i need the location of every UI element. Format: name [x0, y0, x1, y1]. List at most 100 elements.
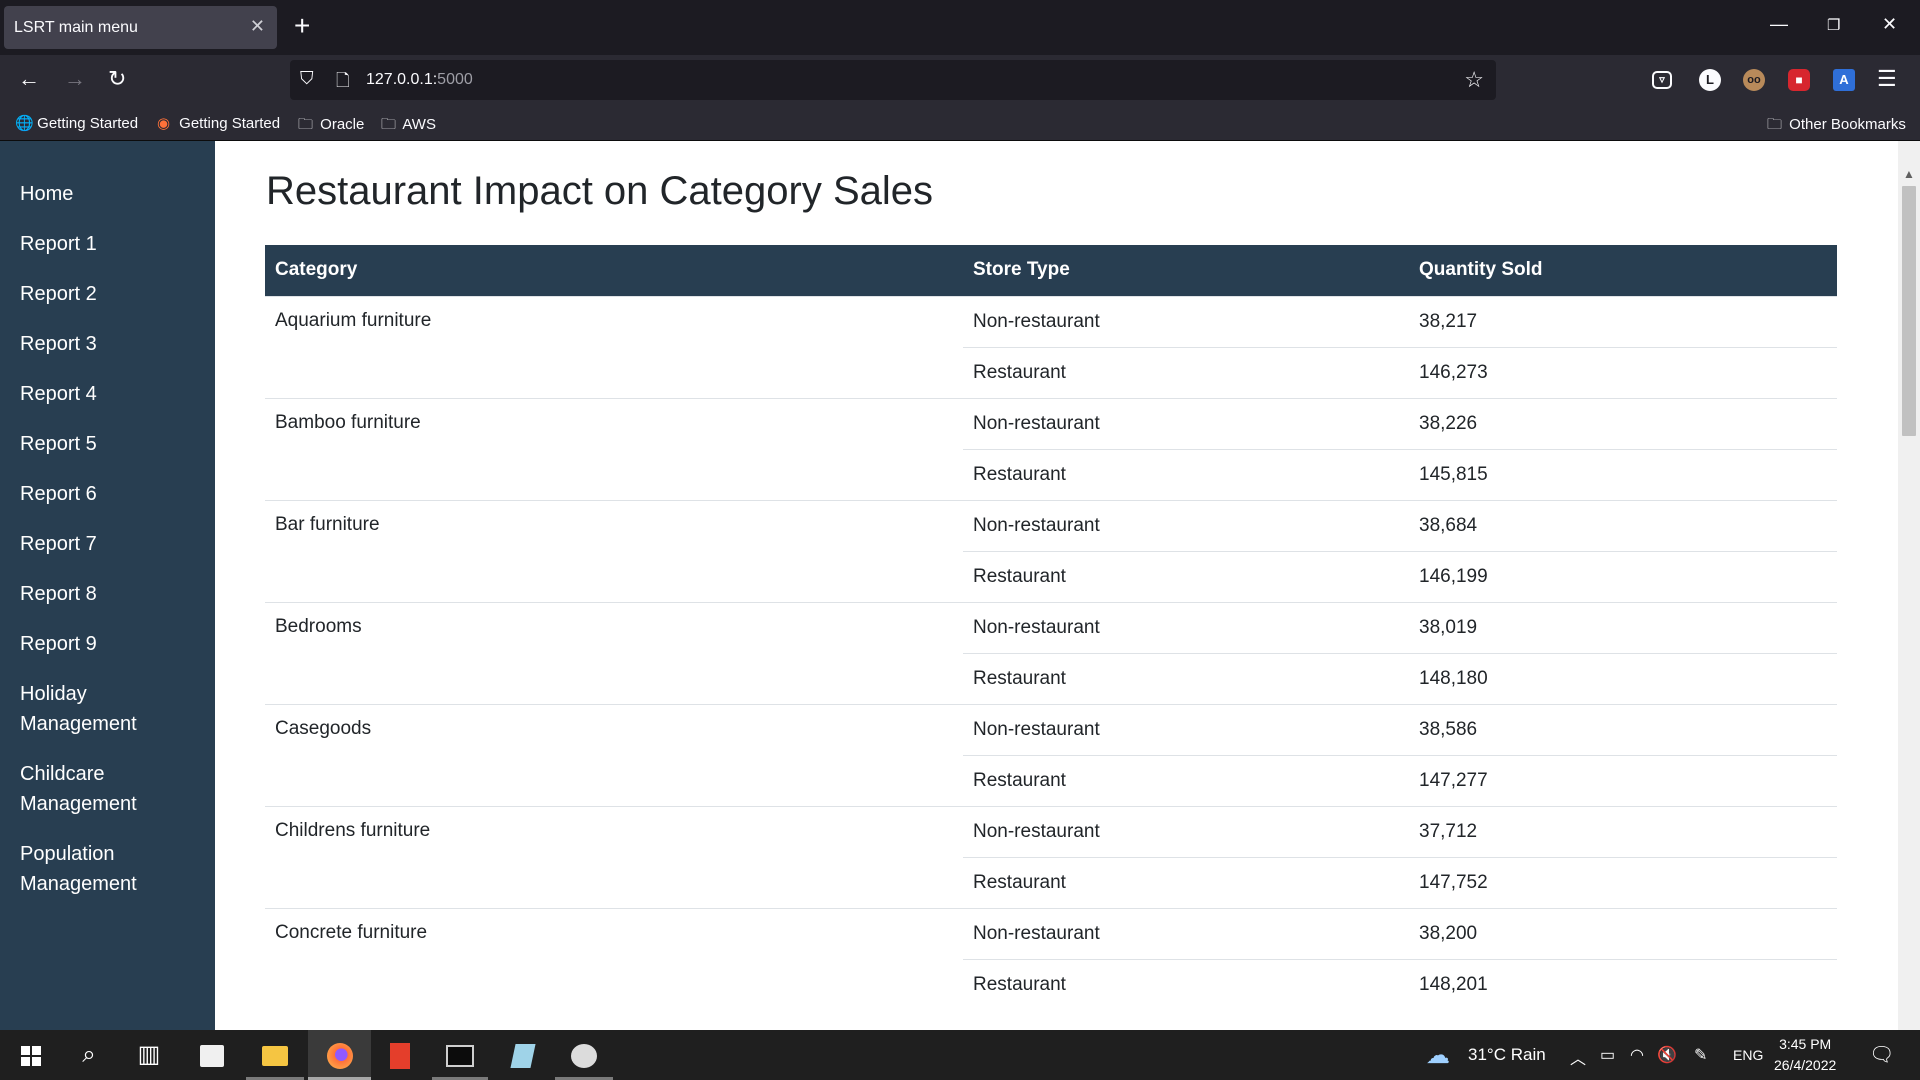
translate-icon[interactable]: A — [1833, 69, 1855, 91]
sidebar-item-report-2[interactable]: Report 2 — [20, 279, 200, 309]
store-type-cell: Restaurant — [963, 448, 1409, 500]
other-bookmarks[interactable]: 🗀 Other Bookmarks — [1767, 114, 1906, 139]
back-arrow-icon[interactable]: ← — [18, 67, 40, 91]
store-type-cell: Restaurant — [963, 550, 1409, 602]
page-scrollbar[interactable]: ▲ — [1898, 141, 1920, 1030]
office-icon[interactable] — [371, 1030, 429, 1080]
store-type-cell: Restaurant — [963, 754, 1409, 806]
column-header-store-type: Store Type — [963, 245, 1409, 296]
shield-icon[interactable]: ⛉ — [300, 68, 314, 89]
table-row: Bedrooms Non-restaurant 38,019 — [265, 601, 1837, 704]
close-icon[interactable]: ✕ — [250, 16, 265, 37]
bookmark-folder-oracle[interactable]: 🗀 Oracle — [298, 114, 364, 139]
wifi-icon[interactable]: ◠ — [1630, 1045, 1644, 1065]
window-close-icon[interactable]: ✕ — [1882, 14, 1897, 35]
category-cell: Aquarium furniture — [265, 295, 963, 398]
page-icon[interactable]: 🗋 — [336, 68, 350, 97]
table-header-row: Category Store Type Quantity Sold — [265, 245, 1837, 296]
restore-icon[interactable]: ❐ — [1827, 16, 1840, 34]
bookmark-getting-started-firefox[interactable]: ◉ Getting Started — [157, 114, 280, 132]
store-type-cell: Restaurant — [963, 958, 1409, 1010]
tab-title: LSRT main menu — [14, 19, 138, 36]
scroll-up-icon[interactable]: ▲ — [1903, 167, 1915, 181]
notifications-icon[interactable]: 🗨 — [1869, 1042, 1894, 1067]
quantity-sold-cell: 147,277 — [1409, 754, 1837, 806]
windows-taskbar: ⌕ ▥ ☁ 31°C Rain ︿ ▭ ◠ 🔇 ✎ ENG 3:45 PM 26… — [0, 1030, 1920, 1080]
table-row: Concrete furniture Non-restaurant 38,200 — [265, 907, 1837, 1010]
main-content: Restaurant Impact on Category Sales Cate… — [215, 141, 1898, 1030]
store-type-cell: Non-restaurant — [963, 397, 1409, 449]
sidebar-item-report-1[interactable]: Report 1 — [20, 229, 200, 259]
menu-icon[interactable]: ☰ — [1877, 67, 1897, 91]
page-title: Restaurant Impact on Category Sales — [266, 169, 934, 213]
sidebar-item-report-7[interactable]: Report 7 — [20, 529, 200, 559]
browser-navbar: ← → ↻ ⛉ 🗋 127.0.0.1:5000 ☆ ▿ L oo ■ A ☰ — [0, 55, 1920, 105]
globe-icon: 🌐 — [15, 115, 34, 132]
bookmark-getting-started[interactable]: 🌐 Getting Started — [15, 114, 138, 132]
notepad-icon[interactable] — [494, 1030, 552, 1080]
reload-icon[interactable]: ↻ — [108, 67, 126, 91]
store-type-cell: Non-restaurant — [963, 907, 1409, 959]
battery-icon[interactable]: ▭ — [1600, 1045, 1615, 1065]
sidebar-item-report-3[interactable]: Report 3 — [20, 329, 200, 359]
quantity-sold-cell: 38,586 — [1409, 703, 1837, 755]
category-cell: Concrete furniture — [265, 907, 963, 1010]
folder-icon: 🗀 — [1767, 116, 1783, 133]
sidebar-item-report-4[interactable]: Report 4 — [20, 379, 200, 409]
new-tab-button[interactable]: + — [294, 12, 310, 40]
category-cell: Bar furniture — [265, 499, 963, 602]
lock-extension-icon[interactable]: ■ — [1788, 69, 1810, 91]
sidebar-item-report-5[interactable]: Report 5 — [20, 429, 200, 459]
quantity-sold-cell: 38,217 — [1409, 295, 1837, 347]
browser-titlebar: LSRT main menu ✕ + — ❐ ✕ — [0, 0, 1920, 55]
sidebar-item-report-6[interactable]: Report 6 — [20, 479, 200, 509]
bookmark-folder-aws[interactable]: 🗀 AWS — [381, 114, 436, 139]
store-type-cell: Non-restaurant — [963, 499, 1409, 551]
paint-icon[interactable] — [555, 1030, 613, 1080]
extension-eyes-icon[interactable]: oo — [1743, 69, 1765, 91]
volume-muted-icon[interactable]: 🔇 — [1657, 1045, 1677, 1065]
quantity-sold-cell: 38,019 — [1409, 601, 1837, 653]
address-bar[interactable]: ⛉ 🗋 127.0.0.1:5000 ☆ — [290, 60, 1496, 100]
quantity-sold-cell: 148,180 — [1409, 652, 1837, 704]
quantity-sold-cell: 38,200 — [1409, 907, 1837, 959]
search-icon[interactable]: ⌕ — [60, 1030, 118, 1080]
file-explorer-icon[interactable] — [246, 1030, 304, 1080]
minimize-icon[interactable]: — — [1770, 14, 1788, 35]
sidebar-item-holiday-management[interactable]: Holiday Management — [20, 679, 200, 739]
browser-tab[interactable]: LSRT main menu ✕ — [4, 6, 277, 49]
folder-icon: 🗀 — [298, 116, 314, 133]
quantity-sold-cell: 146,199 — [1409, 550, 1837, 602]
store-app-icon[interactable] — [183, 1030, 241, 1080]
table-row: Bamboo furniture Non-restaurant 38,226 — [265, 397, 1837, 500]
table-row: Aquarium furniture Non-restaurant 38,217 — [265, 295, 1837, 398]
pocket-icon[interactable]: ▿ — [1652, 71, 1672, 89]
table-row: Bar furniture Non-restaurant 38,684 — [265, 499, 1837, 602]
clock[interactable]: 3:45 PM 26/4/2022 — [1774, 1034, 1836, 1076]
start-button[interactable] — [2, 1030, 60, 1080]
sidebar-item-population-management[interactable]: Population Management — [20, 839, 200, 899]
task-view-icon[interactable]: ▥ — [120, 1030, 178, 1080]
store-type-cell: Restaurant — [963, 346, 1409, 398]
chevron-up-icon[interactable]: ︿ — [1570, 1045, 1586, 1069]
weather-icon[interactable]: ☁ — [1426, 1041, 1450, 1070]
url-text[interactable]: 127.0.0.1:5000 — [366, 71, 473, 89]
store-type-cell: Restaurant — [963, 856, 1409, 908]
table-row: Casegoods Non-restaurant 38,586 — [265, 703, 1837, 806]
sidebar-item-childcare-management[interactable]: Childcare Management — [20, 759, 200, 819]
sidebar-item-report-8[interactable]: Report 8 — [20, 579, 200, 609]
weather-text[interactable]: 31°C Rain — [1468, 1045, 1546, 1065]
sidebar-item-report-9[interactable]: Report 9 — [20, 629, 200, 659]
terminal-icon[interactable] — [432, 1030, 488, 1080]
folder-icon: 🗀 — [381, 116, 397, 133]
store-type-cell: Restaurant — [963, 652, 1409, 704]
profile-icon[interactable]: L — [1699, 69, 1721, 91]
firefox-taskbar-icon[interactable] — [308, 1030, 371, 1080]
language-indicator[interactable]: ENG — [1733, 1047, 1763, 1063]
forward-arrow-icon[interactable]: → — [64, 67, 86, 91]
pen-icon[interactable]: ✎ — [1694, 1045, 1707, 1065]
bookmark-star-icon[interactable]: ☆ — [1464, 67, 1484, 93]
scrollbar-thumb[interactable] — [1902, 186, 1916, 436]
sidebar-item-home[interactable]: Home — [20, 179, 200, 209]
store-type-cell: Non-restaurant — [963, 703, 1409, 755]
